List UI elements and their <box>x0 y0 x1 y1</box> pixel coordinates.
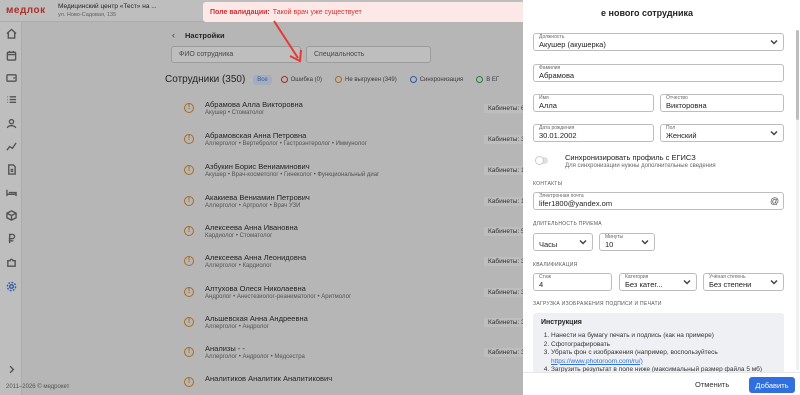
chevron-down-icon <box>770 129 778 137</box>
last-name-field[interactable]: Фамилия Абрамова <box>533 64 784 82</box>
gender-value: Женский <box>666 131 697 140</box>
position-value: Акушер (акушерка) <box>539 40 606 49</box>
arrow-annotation <box>273 20 302 63</box>
instruction-steps: Нанести на бумагу печать и подпись (как … <box>541 332 776 375</box>
minutes-select[interactable]: Минуты 10 <box>599 233 655 251</box>
gender-select[interactable]: Пол Женский <box>660 124 784 142</box>
photoroom-link[interactable]: https://www.photoroom.com/ru/) <box>551 358 643 365</box>
first-name-field[interactable]: Имя Алла <box>533 94 654 112</box>
instruction-heading: Инструкция <box>541 319 582 326</box>
egisz-sync-hint: Для синхронизации нужны дополнительные с… <box>565 163 716 169</box>
egisz-sync-toggle[interactable] <box>535 156 548 165</box>
egisz-sync-label: Синхронизировать профиль с ЕГИСЗ <box>565 153 696 162</box>
birth-date-value: 30.01.2002 <box>539 131 577 140</box>
toggle-knob <box>535 156 544 165</box>
patronymic-value: Викторовна <box>666 101 707 110</box>
toast-label: Поле валидации: <box>210 8 270 16</box>
signature-section-title: ЗАГРУЗКА ИЗОБРАЖЕНИЯ ПОДПИСИ И ПЕЧАТИ <box>533 301 662 307</box>
birth-date-field[interactable]: Дата рождения 30.01.2002 <box>533 124 654 142</box>
category-select[interactable]: Категория Без катег... <box>619 273 697 291</box>
qualification-section-title: КВАЛИФИКАЦИЯ <box>533 262 578 268</box>
email-value: lifer1800@yandex.om <box>539 199 613 208</box>
position-select[interactable]: Должность Акушер (акушерка) <box>533 33 784 51</box>
instruction-step: Убрать фон с изображения (например, восп… <box>551 349 776 366</box>
category-value: Без катег... <box>625 280 663 289</box>
email-field[interactable]: Электронная почта lifer1800@yandex.om @ <box>533 192 784 210</box>
instruction-step: Сфотографировать <box>551 341 776 350</box>
chevron-down-icon <box>770 38 778 46</box>
chevron-down-icon <box>579 238 587 246</box>
instruction-step: Нанести на бумагу печать и подпись (как … <box>551 332 776 341</box>
scrollbar-thumb[interactable] <box>796 30 799 120</box>
first-name-value: Алла <box>539 101 557 110</box>
experience-field[interactable]: Стаж 4 <box>533 273 612 291</box>
chevron-down-icon <box>641 238 649 246</box>
patronymic-field[interactable]: Отчество Викторовна <box>660 94 784 112</box>
chevron-down-icon <box>770 278 778 286</box>
cancel-button[interactable]: Отменить <box>695 380 729 389</box>
degree-select[interactable]: Учёная степень Без степени <box>703 273 784 291</box>
add-button[interactable]: Добавить <box>749 377 795 393</box>
at-sign-icon: @ <box>770 196 780 206</box>
degree-value: Без степени <box>709 280 752 289</box>
contacts-section-title: КОНТАКТЫ <box>533 181 563 187</box>
drawer-title: е нового сотрудника <box>601 8 694 18</box>
chevron-down-icon <box>683 278 691 286</box>
instruction-box: Инструкция Нанести на бумагу печать и по… <box>533 313 784 375</box>
hours-value: Часы <box>539 240 558 249</box>
minutes-value: 10 <box>605 240 614 249</box>
add-employee-drawer: е нового сотрудника Должность Акушер (ак… <box>523 0 800 395</box>
experience-value: 4 <box>539 280 544 289</box>
drawer-footer: Отменить Добавить <box>523 372 800 395</box>
duration-section-title: ДЛИТЕЛЬНОСТЬ ПРИЕМА <box>533 221 602 227</box>
hours-select[interactable]: Часы <box>533 233 593 251</box>
last-name-value: Абрамова <box>539 71 575 80</box>
toast-message: Такой врач уже существует <box>272 8 362 16</box>
instruction-step-text: Убрать фон с изображения (например, восп… <box>551 349 718 356</box>
